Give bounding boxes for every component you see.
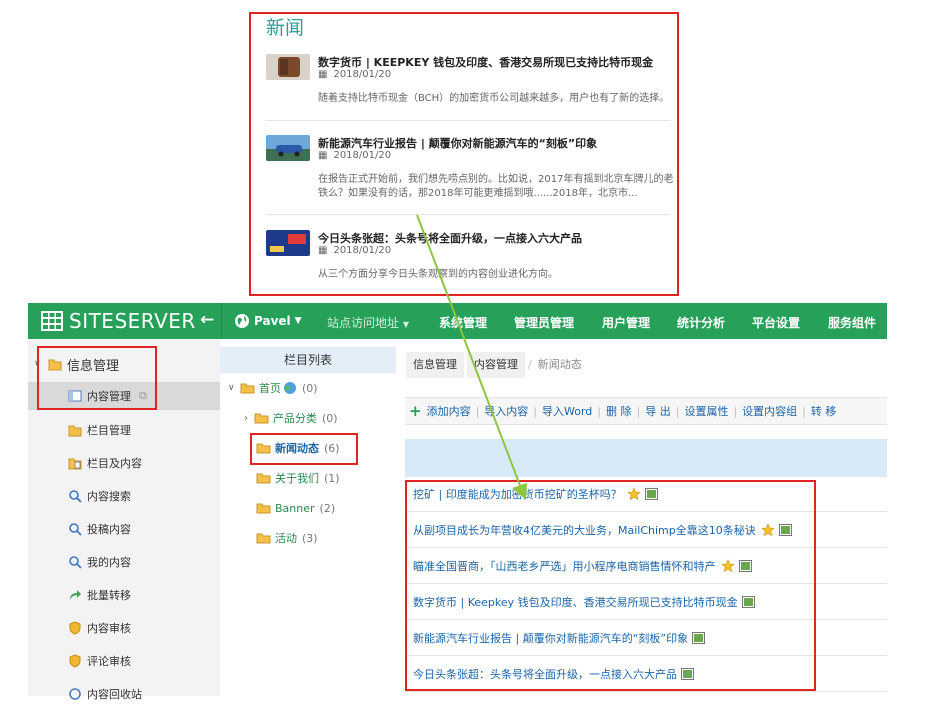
nav-system[interactable]: 系统管理 [439, 314, 487, 331]
user-menu[interactable]: Pavel ▼ [234, 313, 302, 329]
chevron-down-icon: ∨ [228, 383, 235, 393]
collapse-sidebar-button[interactable]: ← [200, 310, 214, 330]
shield-icon [69, 654, 81, 668]
nav-settings[interactable]: 平台设置 [752, 314, 800, 331]
tree-node-events[interactable]: 活动 (3) [256, 528, 318, 548]
sidebar-item-comment-review[interactable]: 评论审核 [28, 647, 220, 675]
brand-name: SITESERVER [69, 309, 196, 333]
content-toolbar: + 添加内容 | 导入内容 | 导入Word | 删 除 | 导 出 | 设置属性 | 设置… [405, 397, 887, 425]
caret-down-icon: ▼ [402, 320, 409, 329]
sidebar-item-label: 评论审核 [87, 655, 131, 668]
search-icon [69, 556, 82, 569]
plus-icon: + [409, 402, 422, 420]
breadcrumb-current: 新闻动态 [537, 358, 582, 371]
breadcrumb-item[interactable]: 内容管理 [467, 352, 525, 378]
tree-node-about[interactable]: 关于我们 (1) [256, 468, 340, 488]
sidebar-item-label: 内容搜索 [87, 490, 131, 503]
nav-users[interactable]: 用户管理 [602, 314, 650, 331]
annotation-box-sidebar [37, 346, 157, 410]
export-button[interactable]: 导 出 [640, 403, 676, 419]
folder-open-icon [240, 383, 255, 394]
tree-node-label: 关于我们 [275, 472, 319, 485]
search-icon [69, 523, 82, 536]
import-word-button[interactable]: 导入Word [537, 403, 597, 419]
tree-node-label: 首页 [259, 382, 281, 395]
sidebar-item-content-review[interactable]: 内容审核 [28, 614, 220, 642]
user-name: Pavel [254, 314, 291, 328]
sidebar-item-label: 内容审核 [87, 622, 131, 635]
sidebar-item-label: 栏目管理 [87, 424, 131, 437]
tree-node-count: (0) [302, 381, 318, 395]
sidebar-item-batch-move[interactable]: 批量转移 [28, 581, 220, 609]
top-navbar: SITESERVER ← Pavel ▼ 站点访问地址 ▼ 系统管理 管理员管理… [28, 303, 887, 339]
nav-services[interactable]: 服务组件 [828, 314, 876, 331]
move-button[interactable]: 转 移 [806, 403, 842, 419]
sidebar-item-label: 批量转移 [87, 589, 131, 602]
add-content-button[interactable]: 添加内容 [422, 403, 476, 419]
folder-icon [256, 533, 271, 544]
nav-analytics[interactable]: 统计分析 [677, 314, 725, 331]
tree-node-count: (1) [324, 471, 340, 485]
sidebar-item-recycle[interactable]: 内容回收站 [28, 680, 220, 708]
info-bar [405, 439, 887, 477]
caret-down-icon: ▼ [294, 316, 302, 326]
annotation-box-list [405, 480, 816, 691]
tree-node-products[interactable]: › 产品分类 (0) [244, 408, 338, 428]
breadcrumb-item[interactable]: 信息管理 [406, 352, 464, 378]
shield-icon [69, 621, 81, 635]
breadcrumb: 信息管理 内容管理 / 新闻动态 [406, 352, 582, 378]
folder-icon [256, 503, 271, 514]
tree-node-home[interactable]: ∨ 首页 (0) [228, 378, 318, 398]
import-content-button[interactable]: 导入内容 [479, 403, 533, 419]
set-attributes-button[interactable]: 设置属性 [679, 403, 733, 419]
nav-site-url[interactable]: 站点访问地址 ▼ [327, 314, 409, 331]
tree-node-count: (0) [322, 411, 338, 425]
nav-admin[interactable]: 管理员管理 [514, 314, 574, 331]
chevron-right-icon: › [244, 412, 248, 424]
sidebar-item-my-content[interactable]: 我的内容 [28, 548, 220, 576]
divider [221, 303, 222, 339]
tree-node-banner[interactable]: Banner (2) [256, 498, 335, 518]
folder-doc-icon [68, 458, 82, 470]
annotation-box-news [249, 12, 679, 296]
sidebar-item-submissions[interactable]: 投稿内容 [28, 515, 220, 543]
sidebar-item-label: 内容回收站 [87, 688, 142, 701]
folder-icon [256, 473, 271, 484]
tree-node-label: Banner [275, 501, 315, 515]
tree-node-label: 活动 [275, 532, 297, 545]
delete-button[interactable]: 删 除 [601, 403, 637, 419]
tree-node-count: (2) [319, 501, 336, 515]
tree-node-count: (3) [302, 531, 318, 545]
sidebar-item-columns-content[interactable]: 栏目及内容 [28, 449, 220, 477]
arrow-icon [70, 590, 81, 600]
tree-header: 栏目列表 [220, 347, 396, 373]
recycle-icon [69, 688, 81, 700]
sidebar-item-columns[interactable]: 栏目管理 [28, 416, 220, 444]
set-group-button[interactable]: 设置内容组 [737, 403, 802, 419]
annotation-box-tree [250, 433, 358, 465]
folder-icon [254, 413, 269, 424]
globe-icon [235, 314, 249, 328]
sidebar-item-search[interactable]: 内容搜索 [28, 482, 220, 510]
brand-logo[interactable]: SITESERVER [41, 309, 196, 333]
sidebar-item-label: 投稿内容 [87, 523, 131, 536]
search-icon [69, 490, 82, 503]
folder-icon [68, 425, 82, 437]
grid-logo-icon [41, 311, 63, 331]
sidebar-item-label: 栏目及内容 [87, 457, 142, 470]
tree-node-label: 产品分类 [273, 412, 317, 425]
sidebar-item-label: 我的内容 [87, 556, 131, 569]
globe-icon [284, 382, 296, 394]
column-tree: 栏目列表 ∨ 首页 (0) › 产品分类 (0) 新闻动态 (6) 关于我们 (… [220, 339, 396, 696]
